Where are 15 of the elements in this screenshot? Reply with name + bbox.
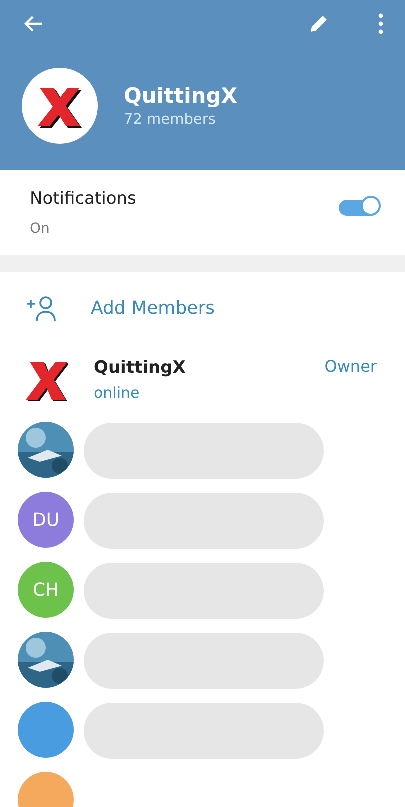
group-title: QuittingX [124,84,238,108]
member-count: 72 members [124,112,217,128]
member-status: online [94,384,141,402]
more-icon[interactable] [377,12,385,36]
notifications-label: Notifications [30,188,138,208]
member-row[interactable]: CH [0,555,405,625]
add-user-icon [26,296,58,322]
add-members-button[interactable]: Add Members [91,298,215,319]
avatar-initials: DU [32,510,60,530]
member-row[interactable]: DU [0,485,405,555]
member-name: QuittingX [94,358,187,378]
member-role: Owner [324,357,377,376]
member-row[interactable]: QuittingX online Owner [0,345,405,415]
avatar-initials: CH [32,580,60,600]
notifications-status: On [30,220,51,236]
